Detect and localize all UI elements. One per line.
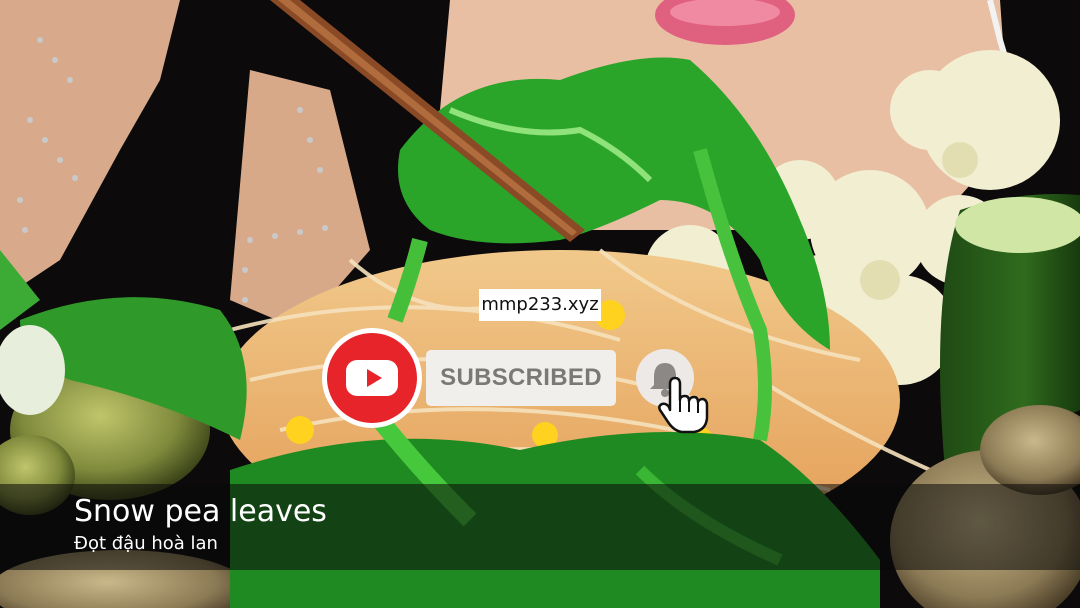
caption-subtitle: Đọt đậu hoà lan [74,533,218,554]
hand-pointer-icon [658,376,709,434]
play-icon [367,369,382,387]
watermark-text: mmp233.xyz [479,289,601,321]
caption-title: Snow pea leaves [74,494,327,529]
youtube-logo-icon [322,328,422,428]
subscribed-button[interactable]: SUBSCRIBED [426,350,616,406]
